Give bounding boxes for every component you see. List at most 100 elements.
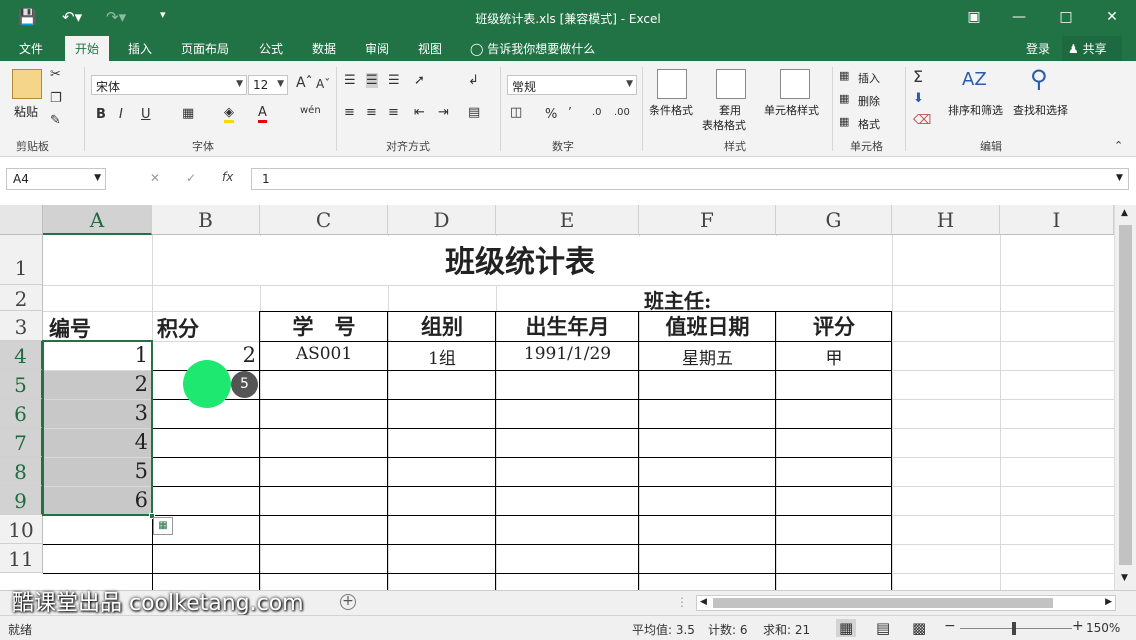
row-header-3[interactable]: 3 xyxy=(0,311,43,341)
normal-view-icon[interactable]: ▦ xyxy=(836,619,857,637)
cell-a9[interactable]: 6 xyxy=(44,488,148,512)
enter-icon[interactable]: ✓ xyxy=(186,171,196,185)
copy-icon[interactable]: ❐ xyxy=(50,91,62,106)
fill-color-icon[interactable]: ◈ xyxy=(224,105,234,123)
tab-view[interactable]: 视图 xyxy=(418,40,442,57)
increase-indent-icon[interactable]: ⇥ xyxy=(438,105,449,120)
align-left-icon[interactable]: ≡ xyxy=(344,105,355,120)
format-cells-icon[interactable]: ▦ xyxy=(839,115,849,128)
find-select-icon[interactable]: ⚲ xyxy=(1030,65,1048,93)
row-header-8[interactable]: 8 xyxy=(0,457,43,486)
font-color-icon[interactable]: A xyxy=(258,105,267,123)
horizontal-scrollbar[interactable]: ◀ ▶ xyxy=(696,595,1116,611)
insert-function-button[interactable]: fx xyxy=(222,170,233,184)
cell-e4[interactable]: 1991/1/29 xyxy=(496,344,639,364)
vertical-scroll-thumb[interactable] xyxy=(1119,225,1132,565)
tab-file[interactable]: 文件 xyxy=(19,40,43,57)
align-bottom-icon[interactable]: ☰ xyxy=(388,73,400,88)
cell-styles-icon[interactable] xyxy=(780,69,810,99)
table-format-button[interactable]: 套用 xyxy=(719,102,741,118)
page-layout-view-icon[interactable]: ▤ xyxy=(876,619,890,637)
formula-input[interactable]: 1 xyxy=(251,168,1129,190)
table-format-icon[interactable] xyxy=(716,69,746,99)
scroll-up-icon[interactable]: ▲ xyxy=(1121,208,1128,218)
cell-f4[interactable]: 星期五 xyxy=(639,344,776,369)
row-header-9[interactable]: 9 xyxy=(0,486,43,515)
add-sheet-icon[interactable]: + xyxy=(340,594,356,610)
comma-style-icon[interactable]: ’ xyxy=(568,105,572,119)
paste-button[interactable]: 粘贴 xyxy=(14,103,38,120)
expand-formula-icon[interactable]: ▼ xyxy=(1116,173,1123,183)
autosum-icon[interactable]: Σ xyxy=(913,67,923,86)
tab-page-layout[interactable]: 页面布局 xyxy=(181,40,229,57)
align-middle-icon[interactable]: ☰ xyxy=(366,73,378,88)
delete-cells-icon[interactable]: ▦ xyxy=(839,92,849,105)
insert-cells-button[interactable]: 插入 xyxy=(858,70,880,86)
wrap-text-icon[interactable]: ↲ xyxy=(468,73,479,88)
fill-icon[interactable]: ⬇ xyxy=(913,91,924,106)
currency-icon[interactable]: ◫ xyxy=(510,105,522,120)
zoom-in-icon[interactable]: + xyxy=(1072,618,1084,634)
align-center-icon[interactable]: ≡ xyxy=(366,105,377,120)
tab-review[interactable]: 审阅 xyxy=(365,40,389,57)
tell-me-search[interactable]: ◯ 告诉我你想要做什么 xyxy=(470,40,595,57)
underline-button[interactable]: U xyxy=(141,107,151,122)
select-all-button[interactable] xyxy=(0,205,43,235)
italic-button[interactable]: I xyxy=(119,107,123,122)
column-header-c[interactable]: C xyxy=(260,205,388,235)
cell-d4[interactable]: 1组 xyxy=(388,344,496,369)
align-right-icon[interactable]: ≡ xyxy=(388,105,399,120)
cell-styles-button[interactable]: 单元格样式 xyxy=(764,102,819,118)
page-break-view-icon[interactable]: ▩ xyxy=(912,619,926,637)
format-painter-icon[interactable]: ✎ xyxy=(50,113,61,128)
tab-insert[interactable]: 插入 xyxy=(128,40,152,57)
scroll-right-icon[interactable]: ▶ xyxy=(1105,597,1112,607)
sort-filter-icon[interactable]: AZ xyxy=(962,69,987,90)
conditional-format-button[interactable]: 条件格式 xyxy=(649,102,693,118)
sort-filter-button[interactable]: 排序和筛选 xyxy=(948,102,1003,118)
orientation-icon[interactable]: ➚ xyxy=(414,73,425,88)
tab-formulas[interactable]: 公式 xyxy=(259,40,283,57)
font-name-combo[interactable]: 宋体 ▼ xyxy=(91,75,247,95)
sheet-options-icon[interactable]: ⋮ xyxy=(676,595,688,609)
number-format-combo[interactable]: 常规 ▼ xyxy=(507,75,637,95)
row-header-1[interactable]: 1 xyxy=(0,235,43,285)
vertical-scrollbar[interactable]: ▲ ▼ xyxy=(1114,205,1136,590)
ribbon-display-icon[interactable]: ▣ xyxy=(960,6,988,28)
borders-icon[interactable]: ▦ xyxy=(182,106,194,121)
cell-a7[interactable]: 4 xyxy=(44,430,148,454)
column-header-e[interactable]: E xyxy=(496,205,639,235)
format-cells-button[interactable]: 格式 xyxy=(858,116,880,132)
tab-home[interactable]: 开始 xyxy=(65,36,110,61)
cell-a5[interactable]: 2 xyxy=(44,372,148,396)
row-header-11[interactable]: 11 xyxy=(0,544,43,573)
column-header-a[interactable]: A xyxy=(43,205,152,235)
increase-decimal-icon[interactable]: .0 xyxy=(592,107,602,118)
column-header-f[interactable]: F xyxy=(639,205,776,235)
cell-a8[interactable]: 5 xyxy=(44,459,148,483)
delete-cells-button[interactable]: 删除 xyxy=(858,93,880,109)
merge-center-icon[interactable]: ▤ xyxy=(468,105,480,120)
row-header-6[interactable]: 6 xyxy=(0,399,43,428)
decrease-decimal-icon[interactable]: .00 xyxy=(614,107,630,118)
scroll-left-icon[interactable]: ◀ xyxy=(700,597,707,607)
row-header-10[interactable]: 10 xyxy=(0,515,43,544)
cell-a4[interactable]: 1 xyxy=(44,343,148,367)
cancel-icon[interactable]: ✕ xyxy=(150,171,160,185)
table-format-button-line2[interactable]: 表格格式 xyxy=(702,117,746,133)
column-header-d[interactable]: D xyxy=(388,205,496,235)
cell-g4[interactable]: 甲 xyxy=(776,344,892,369)
share-button[interactable]: ♟ 共享 xyxy=(1062,36,1122,61)
column-header-i[interactable]: I xyxy=(1000,205,1114,235)
login-link[interactable]: 登录 xyxy=(1026,40,1050,57)
row-header-2[interactable]: 2 xyxy=(0,285,43,311)
insert-cells-icon[interactable]: ▦ xyxy=(839,69,849,82)
tab-data[interactable]: 数据 xyxy=(312,40,336,57)
zoom-slider[interactable] xyxy=(960,628,1072,629)
zoom-level[interactable]: 150% xyxy=(1086,621,1120,635)
column-header-g[interactable]: G xyxy=(776,205,892,235)
phonetic-icon[interactable]: wén xyxy=(300,105,321,116)
find-select-button[interactable]: 查找和选择 xyxy=(1013,102,1068,118)
maximize-button[interactable]: □ xyxy=(1052,6,1080,28)
collapse-ribbon-icon[interactable]: ⌃ xyxy=(1114,139,1123,152)
